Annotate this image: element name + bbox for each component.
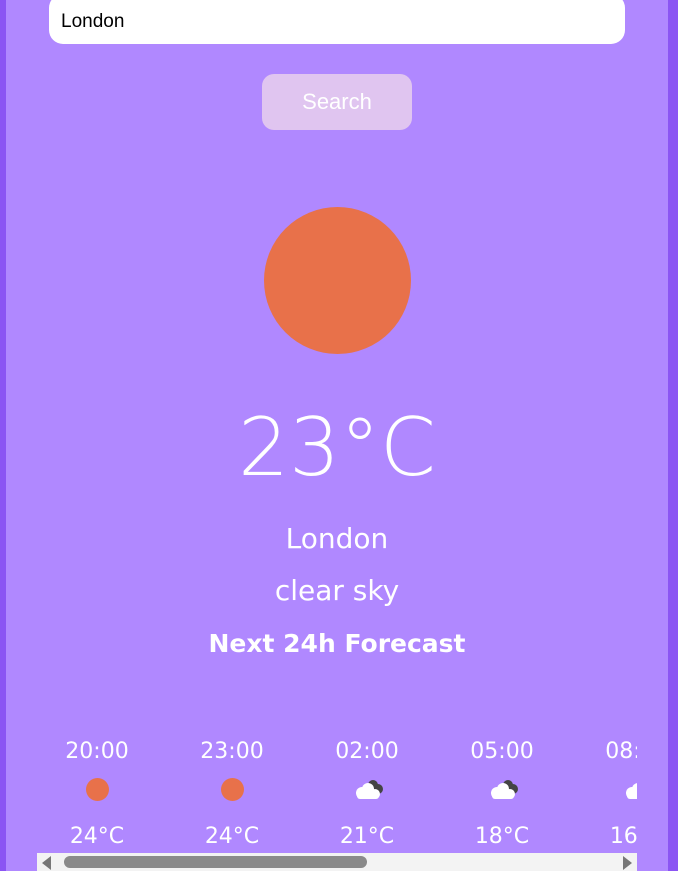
forecast-item: 23:00 24°C bbox=[172, 730, 292, 855]
forecast-temp: 21°C bbox=[339, 824, 395, 849]
city-name: London bbox=[285, 522, 389, 555]
forecast-item: 20:00 24°C bbox=[37, 730, 157, 855]
forecast-time: 05:00 bbox=[470, 739, 534, 764]
forecast-time: 23:00 bbox=[200, 739, 264, 764]
forecast-temp: 16°C bbox=[609, 824, 637, 849]
scroll-right-arrow-icon[interactable] bbox=[623, 856, 632, 870]
forecast-temp: 24°C bbox=[204, 824, 260, 849]
cloud-icon bbox=[623, 777, 637, 803]
sun-icon bbox=[83, 777, 111, 803]
forecast-time: 02:00 bbox=[335, 739, 399, 764]
city-search-input[interactable] bbox=[49, 0, 625, 44]
cloud-icon bbox=[488, 777, 518, 803]
sun-icon bbox=[218, 777, 246, 803]
forecast-temp: 18°C bbox=[474, 824, 530, 849]
weather-description: clear sky bbox=[274, 574, 400, 607]
forecast-scroll-strip[interactable]: 20:00 24°C 23:00 24°C 02:00 21°C 05:00 1… bbox=[37, 730, 637, 855]
scroll-left-arrow-icon[interactable] bbox=[42, 856, 51, 870]
scrollbar-thumb[interactable] bbox=[64, 856, 367, 868]
weather-app: Search 23°C London clear sky Next 24h Fo… bbox=[6, 0, 668, 871]
forecast-item: 02:00 21°C bbox=[307, 730, 427, 855]
search-button[interactable]: Search bbox=[262, 74, 412, 130]
forecast-item: 05:00 18°C bbox=[442, 730, 562, 855]
sun-icon bbox=[264, 207, 411, 354]
cloud-icon bbox=[353, 777, 383, 803]
horizontal-scrollbar[interactable] bbox=[37, 853, 637, 871]
forecast-title: Next 24h Forecast bbox=[208, 629, 466, 658]
forecast-item: 08:00 16°C bbox=[577, 730, 637, 855]
current-temperature: 23°C bbox=[238, 401, 436, 494]
forecast-temp: 24°C bbox=[69, 824, 125, 849]
forecast-time: 08:00 bbox=[605, 739, 637, 764]
forecast-time: 20:00 bbox=[65, 739, 129, 764]
